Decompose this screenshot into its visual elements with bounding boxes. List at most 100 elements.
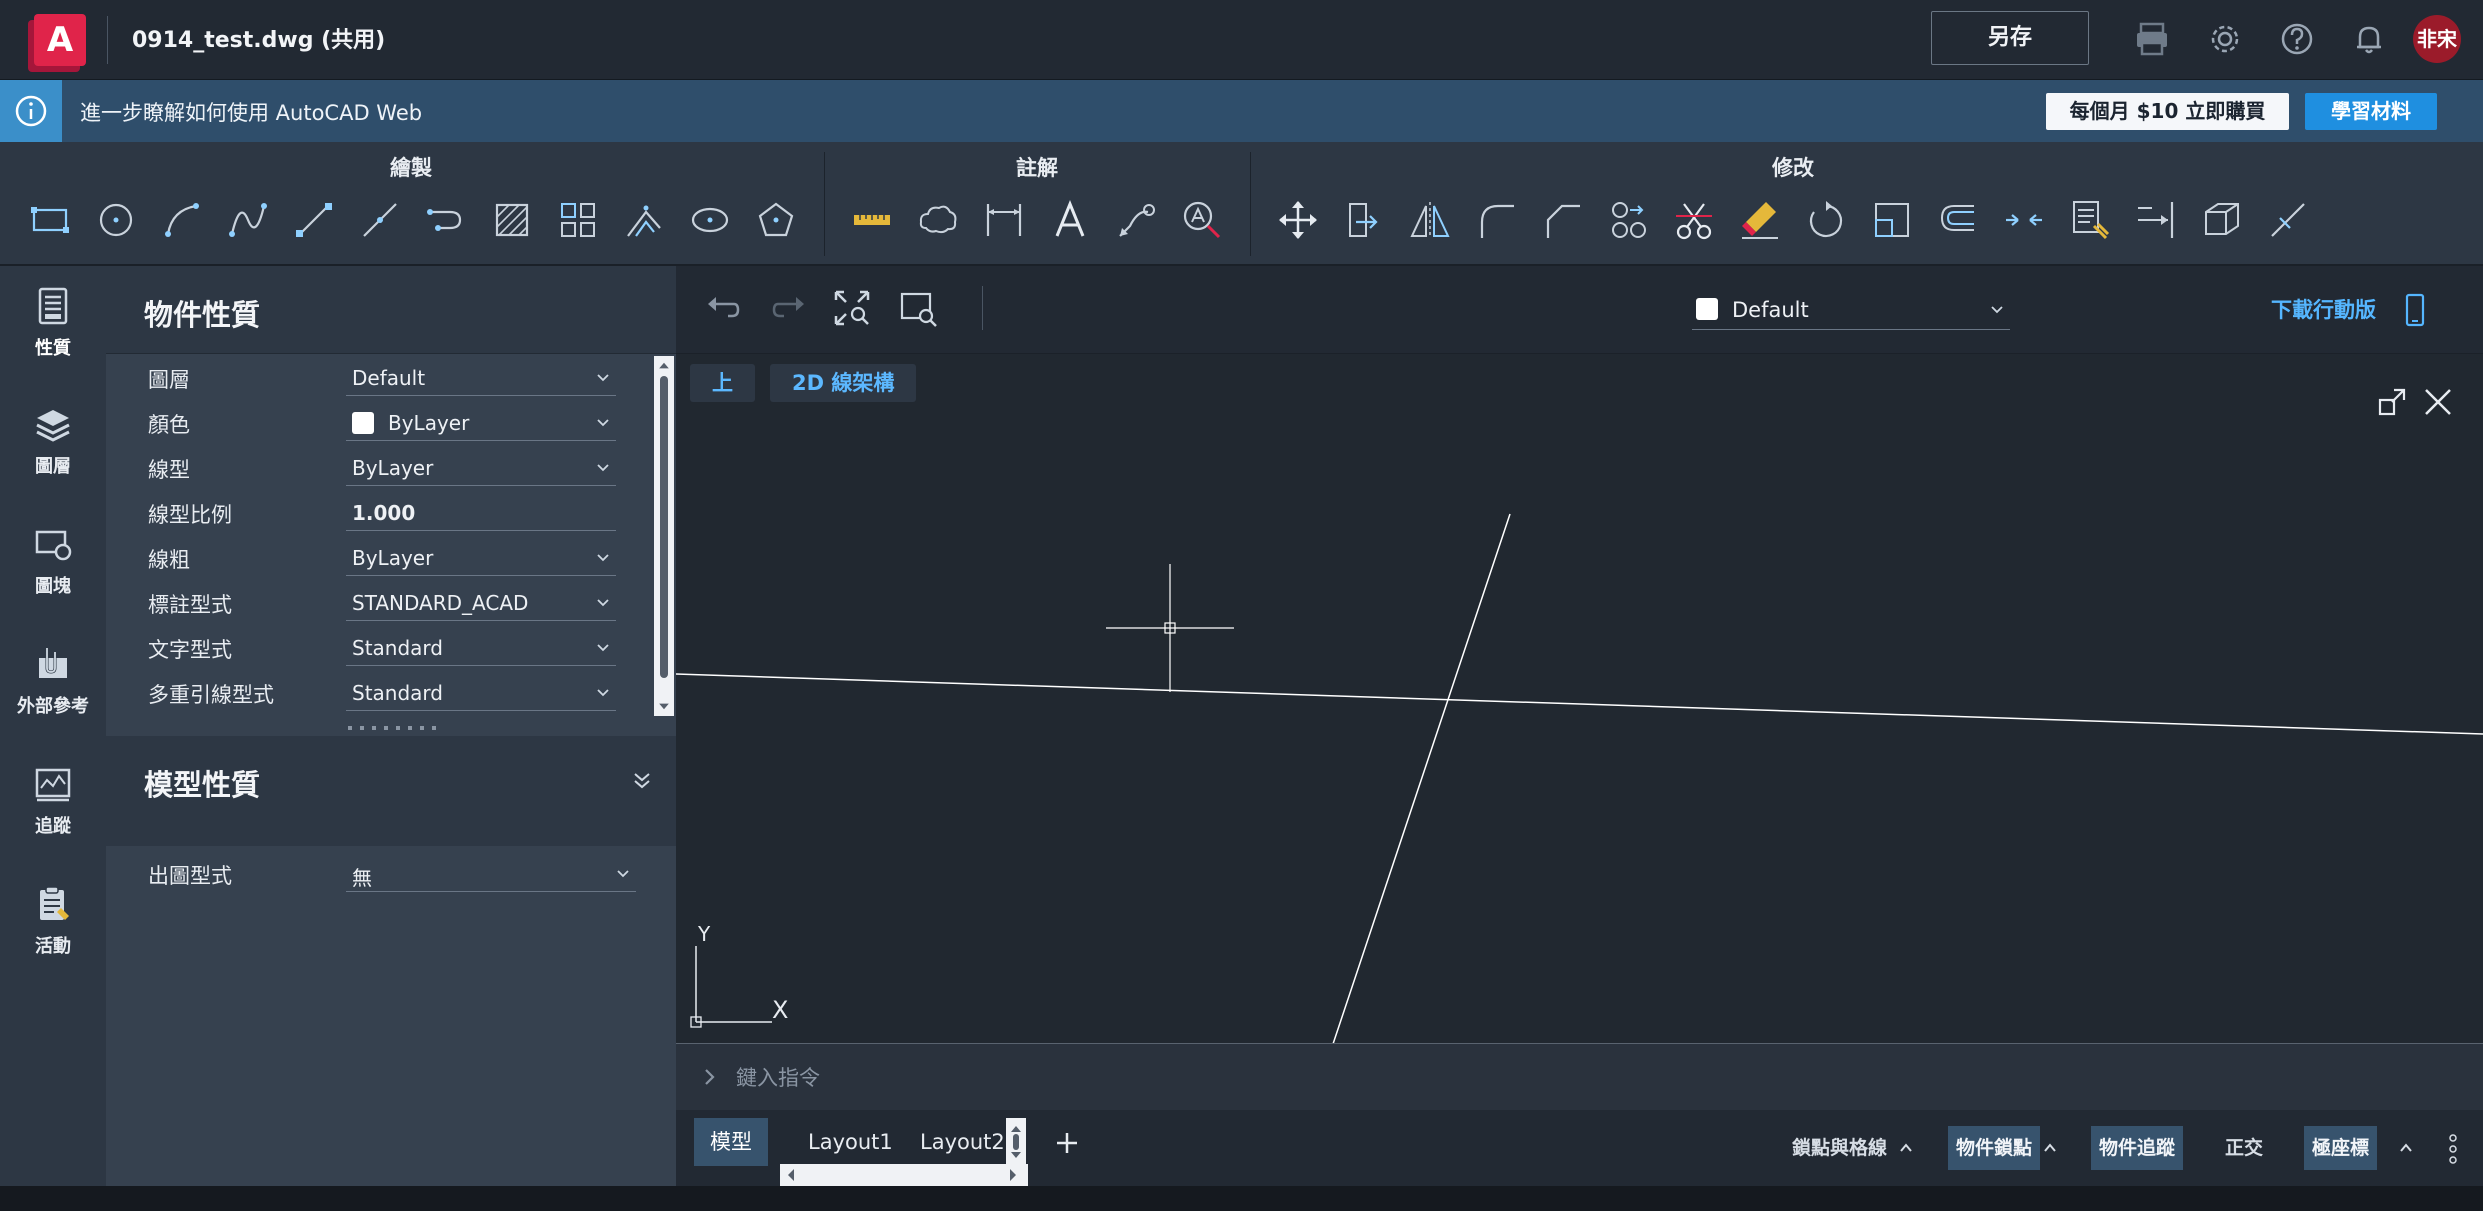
line-tool-icon[interactable] [292,198,336,242]
scroll-thumb[interactable] [660,376,668,678]
polar-tracking-toggle[interactable]: 極座標 [2304,1126,2378,1170]
hatch-tool-icon[interactable] [490,198,534,242]
explode-tool-icon[interactable] [2266,198,2310,242]
model-properties-header[interactable]: 模型性質 [106,736,676,846]
extend-tool-icon[interactable] [2134,198,2178,242]
learning-materials-button[interactable]: 學習材料 [2305,93,2437,130]
sidebar-item-properties[interactable]: 性質 [0,266,106,376]
find-text-icon[interactable] [1180,198,1224,242]
textstyle-dropdown[interactable]: Standard [346,630,616,666]
tab-layout2[interactable]: Layout2 [904,1118,1021,1166]
sidebar-item-xrefs[interactable]: 外部參考 [0,624,106,734]
property-list-scrollbar[interactable] [654,356,674,716]
measure-ruler-icon[interactable] [850,198,894,242]
property-value: Standard [352,636,443,660]
spline-tool-icon[interactable] [226,198,270,242]
rotate-tool-icon[interactable] [1804,198,1848,242]
xref-icon [39,648,67,678]
polyline-tool-icon[interactable] [424,198,468,242]
drawn-line[interactable] [1332,513,1511,1044]
ellipse-tool-icon[interactable] [688,198,732,242]
add-layout-plus-icon[interactable] [1052,1128,1082,1158]
current-layer-dropdown[interactable]: Default [1692,290,2010,330]
ucs-icon [690,946,772,1028]
sidebar-item-activity[interactable]: 活動 [0,864,106,974]
lineweight-dropdown[interactable]: ByLayer [346,540,616,576]
undo-icon[interactable] [704,288,744,328]
collapse-chevron-icon[interactable] [630,768,654,792]
object-tracking-toggle[interactable]: 物件追蹤 [2091,1126,2184,1170]
autocad-logo[interactable]: A [34,14,86,66]
join-tool-icon[interactable] [1606,198,1650,242]
leader-tool-icon[interactable] [1114,198,1158,242]
object-snap-toggle[interactable]: 物件鎖點 [1948,1126,2041,1170]
move-tool-icon[interactable] [1276,198,1320,242]
chevron-down-icon [597,464,609,472]
tab-layout1[interactable]: Layout1 [792,1118,909,1166]
sidebar-item-layers[interactable]: 圖層 [0,384,106,494]
ray-tool-icon[interactable] [358,198,402,242]
scale-tool-icon[interactable] [1870,198,1914,242]
erase-tool-icon[interactable] [1738,198,1782,242]
snap-grid-toggle[interactable]: 鎖點與格線 [1784,1126,1895,1170]
layer-dropdown[interactable]: Default [346,360,616,396]
tab-scroll-horizontal[interactable] [780,1164,1028,1186]
text-tool-icon[interactable] [1048,198,1092,242]
trim-scissors-icon[interactable] [1672,198,1716,242]
user-avatar[interactable]: 非宋 [2413,15,2461,63]
copy-tool-icon[interactable] [1342,198,1386,242]
mleaderstyle-dropdown[interactable]: Standard [346,675,616,711]
dimension-icon[interactable] [982,198,1026,242]
scroll-down-icon[interactable] [654,698,674,714]
break-tool-icon[interactable] [2002,198,2046,242]
print-icon[interactable] [2132,19,2172,59]
help-icon[interactable] [2277,19,2317,59]
resize-grip-icon[interactable] [346,724,446,732]
chamfer-tool-icon[interactable] [1540,198,1584,242]
zoom-window-icon[interactable] [898,288,938,328]
settings-gear-icon[interactable] [2205,19,2245,59]
color-swatch [352,412,374,434]
property-label: 線型 [148,458,190,482]
download-mobile-link[interactable]: 下載行動版 [2271,294,2376,324]
ribbon-group-modify-title: 修改 [1772,156,1814,180]
polygon-tool-icon[interactable] [754,198,798,242]
save-as-button[interactable]: 另存 [1931,11,2089,65]
sidebar-item-trace[interactable]: 追蹤 [0,744,106,854]
match-properties-icon[interactable] [2068,198,2112,242]
chevron-down-icon [597,599,609,607]
revision-cloud-icon[interactable] [916,198,960,242]
buy-now-button[interactable]: 每個月 $10 立即購買 [2046,93,2289,130]
drawing-viewport[interactable]: 上 2D 線架構 Y X [676,354,2483,1044]
ortho-toggle[interactable]: 正交 [2217,1126,2271,1170]
command-line[interactable]: 鍵入指令 [676,1044,2483,1110]
plotstyle-dropdown[interactable]: 無 [346,856,636,892]
array-tool-icon[interactable] [556,198,600,242]
chevron-up-icon[interactable] [2042,1140,2058,1156]
scroll-up-icon[interactable] [654,358,674,374]
notifications-bell-icon[interactable] [2349,19,2389,59]
tab-scroll-vertical[interactable] [1006,1118,1026,1166]
command-input[interactable]: 鍵入指令 [736,1062,820,1092]
linetype-scale-input[interactable]: 1.000 [346,495,616,531]
chevron-up-icon[interactable] [1898,1140,1914,1156]
arc-tool-icon[interactable] [160,198,204,242]
linetype-dropdown[interactable]: ByLayer [346,450,616,486]
drawn-line[interactable] [676,673,2483,735]
redo-icon[interactable] [768,288,808,328]
rectangle-tool-icon[interactable] [28,198,72,242]
sidebar-item-blocks[interactable]: 圖塊 [0,504,106,614]
mobile-phone-icon[interactable] [2401,292,2429,328]
chevron-up-icon[interactable] [2398,1140,2414,1156]
dimstyle-dropdown[interactable]: STANDARD_ACAD [346,585,616,621]
color-dropdown[interactable]: ByLayer [346,405,616,441]
offset-trace-tool-icon[interactable] [622,198,666,242]
fillet-tool-icon[interactable] [1474,198,1518,242]
tab-model[interactable]: 模型 [694,1118,768,1166]
more-options-icon[interactable] [2446,1132,2460,1166]
offset-tool-icon[interactable] [1936,198,1980,242]
mirror-tool-icon[interactable] [1408,198,1452,242]
circle-tool-icon[interactable] [94,198,138,242]
3d-box-icon[interactable] [2200,198,2244,242]
zoom-extents-icon[interactable] [832,288,872,328]
